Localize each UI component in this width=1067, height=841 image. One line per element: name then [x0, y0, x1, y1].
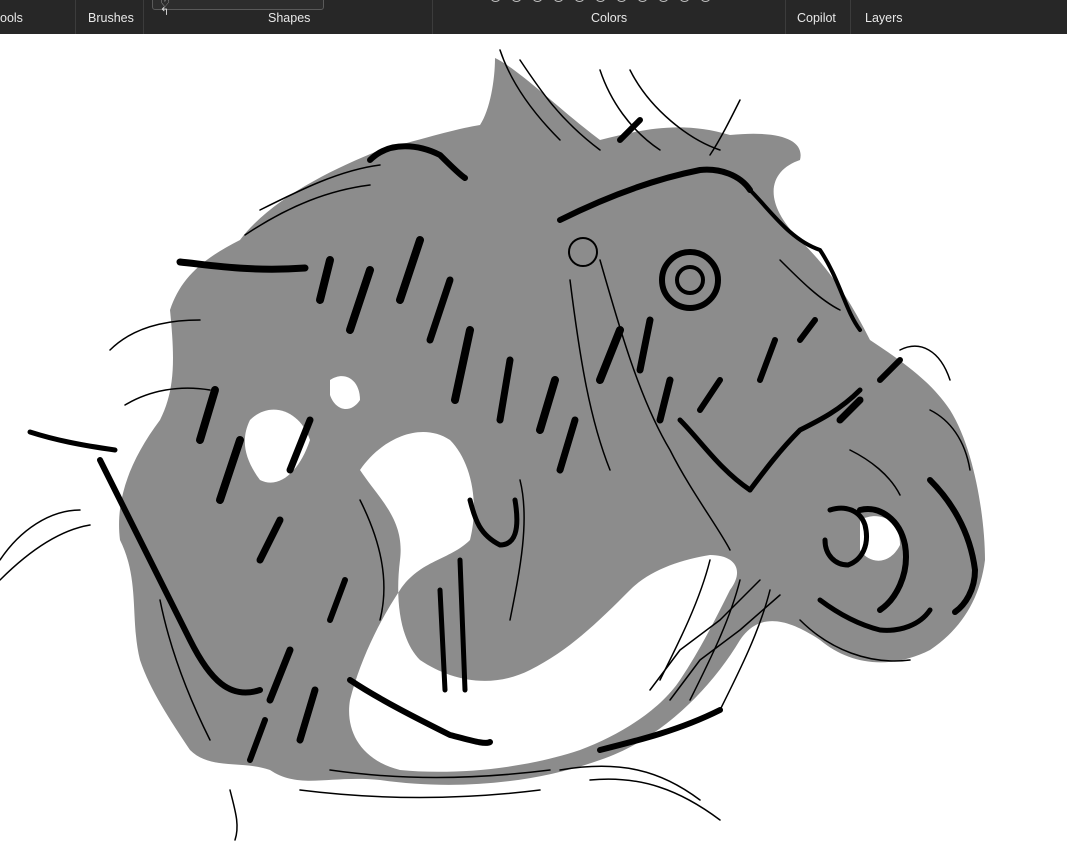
toolbar-divider [850, 0, 851, 34]
drawing-canvas[interactable] [0, 34, 1067, 841]
top-toolbar: ools Brushes ♡ ↰ Shapes Colors Copilot L… [0, 0, 1067, 34]
copilot-button[interactable]: Copilot [797, 11, 836, 25]
color-swatch[interactable] [532, 0, 543, 2]
layers-button[interactable]: Layers [865, 11, 903, 25]
toolbar-divider [785, 0, 786, 34]
color-swatch[interactable] [637, 0, 648, 2]
toolbar-divider [432, 0, 433, 34]
color-swatch[interactable] [511, 0, 522, 2]
color-swatch[interactable] [595, 0, 606, 2]
tools-tab[interactable]: ools [0, 11, 23, 25]
horse-head-sketch [0, 34, 1067, 841]
shapes-tab[interactable]: Shapes [268, 11, 310, 25]
color-swatch[interactable] [553, 0, 564, 2]
toolbar-divider [75, 0, 76, 34]
color-swatch[interactable] [490, 0, 501, 2]
color-swatch[interactable] [700, 0, 711, 2]
color-swatch[interactable] [574, 0, 585, 2]
color-swatch[interactable] [658, 0, 669, 2]
brushes-tab[interactable]: Brushes [88, 11, 134, 25]
colors-tab[interactable]: Colors [591, 11, 627, 25]
toolbar-divider [143, 0, 144, 34]
color-swatch[interactable] [679, 0, 690, 2]
color-swatch[interactable] [616, 0, 627, 2]
shapes-gallery[interactable] [152, 0, 324, 10]
heart-shape-icon[interactable]: ♡ ↰ [160, 0, 176, 18]
